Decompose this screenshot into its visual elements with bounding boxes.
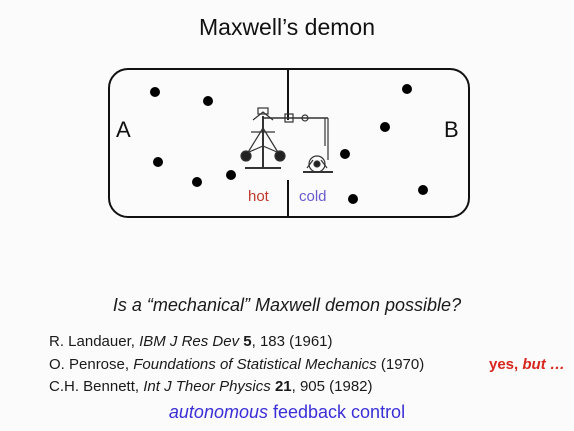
annotation-but: but … xyxy=(522,356,565,373)
ref-pages-year: (1970) xyxy=(376,356,425,373)
ref-volume: 5 xyxy=(243,333,252,350)
ref-author: O. Penrose, xyxy=(49,356,134,373)
chamber-label-a: A xyxy=(116,117,131,142)
partition-wall-bottom xyxy=(287,180,289,218)
particle-b4 xyxy=(418,185,428,195)
footer-italic: autonomous xyxy=(168,402,268,422)
ref-author: C.H. Bennett, xyxy=(49,378,144,395)
particle-b2 xyxy=(380,122,390,132)
slide-title: Maxwell’s demon xyxy=(199,14,375,40)
ref-journal: Int J Theor Physics xyxy=(143,378,271,395)
reference-bennett: C.H. Bennett, Int J Theor Physics 21, 90… xyxy=(49,378,373,395)
particle-a3 xyxy=(153,157,163,167)
ref-pages-year: , 183 (1961) xyxy=(251,333,333,350)
ref-journal: IBM J Res Dev xyxy=(139,333,240,350)
demon-mechanism-drawing xyxy=(240,107,333,173)
reference-penrose: O. Penrose, Foundations of Statistical M… xyxy=(49,356,424,373)
particle-b5 xyxy=(348,194,358,204)
footer-rest: feedback control xyxy=(267,402,406,422)
particle-a1 xyxy=(150,87,160,97)
question-text: Is a “mechanical” Maxwell demon possible… xyxy=(112,295,462,315)
ref-journal: Foundations of Statistical Mechanics xyxy=(133,356,377,373)
particle-b1 xyxy=(402,84,412,94)
annotation-yes-but: yes, but … xyxy=(489,356,565,373)
cold-label: cold xyxy=(299,188,327,205)
reference-landauer: R. Landauer, IBM J Res Dev 5, 183 (1961) xyxy=(49,333,333,350)
ref-author: R. Landauer, xyxy=(49,333,140,350)
particle-a4 xyxy=(192,177,202,187)
particle-a2 xyxy=(203,96,213,106)
annotation-yes: yes, xyxy=(489,356,523,373)
hot-label: hot xyxy=(248,188,269,205)
ref-volume: 21 xyxy=(274,378,292,395)
ref-pages-year: , 905 (1982) xyxy=(291,378,373,395)
slide: Maxwell’s demon A B hot cold Is a “mecha… xyxy=(0,0,574,431)
footer-autonomous-feedback: autonomous feedback control xyxy=(0,402,574,423)
chamber-label-b: B xyxy=(444,117,459,142)
